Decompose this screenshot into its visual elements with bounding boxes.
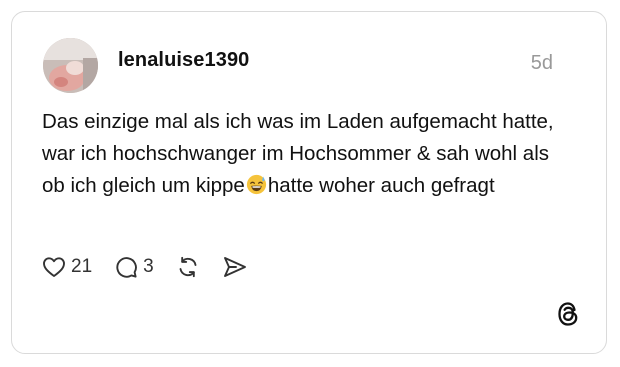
- avatar[interactable]: [43, 38, 98, 93]
- reply-button[interactable]: 3: [114, 255, 154, 279]
- repost-icon: [179, 256, 197, 278]
- reply-count: 3: [143, 256, 154, 277]
- post-card: lenaluise1390 5d Das einzige mal als ich…: [11, 11, 607, 354]
- avatar-image: [43, 38, 98, 93]
- post-text: Das einzige mal als ich was im Laden auf…: [42, 106, 562, 202]
- like-button[interactable]: 21: [42, 256, 92, 278]
- post-text-part-2: hatte woher auch gefragt: [267, 174, 495, 197]
- post-actions: 21 3: [42, 252, 270, 282]
- threads-logo-icon[interactable]: [556, 301, 580, 327]
- post-timestamp: 5d: [530, 52, 553, 74]
- share-button[interactable]: [222, 255, 248, 279]
- like-count: 21: [71, 256, 93, 277]
- repost-button[interactable]: [176, 255, 200, 279]
- grinning-face-with-sweat-icon: [246, 173, 267, 195]
- username[interactable]: lenaluise1390: [118, 49, 249, 72]
- speech-bubble-icon: [116, 257, 138, 278]
- heart-icon: [43, 257, 65, 277]
- send-icon: [223, 257, 246, 277]
